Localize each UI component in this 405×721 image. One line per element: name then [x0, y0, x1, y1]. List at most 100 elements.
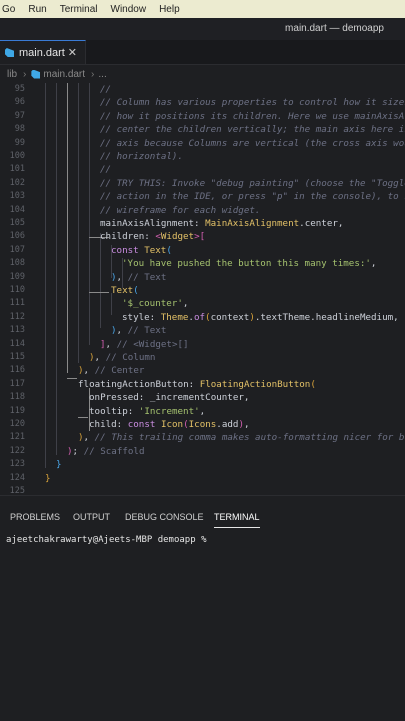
terminal-prompt[interactable]: ajeetchakrawarty@Ajeets-MBP demoapp %	[6, 535, 206, 545]
code-line: 98 // center the children vertically; the…	[0, 123, 405, 136]
tab-terminal[interactable]: TERMINAL	[214, 512, 260, 528]
code-text: const Text(	[111, 244, 172, 256]
code-editor[interactable]: 95 // 96 // Column has various properties t…	[0, 83, 405, 495]
code-line: 103 // action in the IDE, or press "p" in…	[0, 190, 405, 203]
code-text: // horizontal).	[100, 151, 183, 162]
code-text: // axis because Columns are vertical (th…	[100, 137, 405, 149]
code-text: onPressed: _incrementCounter,	[89, 392, 250, 404]
line-number: 108	[9, 258, 25, 269]
line-number: 95	[14, 84, 25, 94]
close-icon[interactable]: ✕	[68, 46, 77, 59]
line-number: 113	[9, 325, 25, 336]
code-line: 96 // Column has various properties to co…	[0, 96, 405, 109]
code-text: //	[100, 164, 112, 176]
line-number: 105	[9, 218, 25, 228]
title-bar: main.dart — demoapp	[0, 18, 405, 40]
menu-terminal[interactable]: Terminal	[56, 4, 107, 15]
breadcrumb-main-dart[interactable]: main.dart	[43, 69, 85, 80]
code-text: floatingActionButton: FloatingActionButt…	[78, 378, 316, 390]
tab-problems[interactable]: PROBLEMS	[10, 512, 60, 522]
code-line: 106 children: <Widget>[	[0, 230, 405, 243]
code-line: 111 '$_counter',	[0, 297, 405, 310]
tab-main-dart[interactable]: main.dart ✕	[0, 40, 86, 64]
code-text: // how it positions its children. Here w…	[100, 110, 405, 122]
code-text: // action in the IDE, or press "p" in th…	[100, 191, 405, 203]
code-text: ), // Center	[78, 365, 145, 377]
code-line: 102 // TRY THIS: Invoke "debug painting" …	[0, 177, 405, 190]
code-text: //	[100, 84, 112, 95]
code-text: ], // <Widget>[]	[100, 338, 189, 350]
code-text: Text(	[111, 285, 139, 296]
chevron-right-icon: ›	[91, 68, 95, 80]
code-text: 'You have pushed the button this many ti…	[122, 258, 377, 270]
code-line: 120 child: const Icon(Icons.add),	[0, 418, 405, 431]
tab-output[interactable]: OUTPUT	[73, 512, 110, 522]
menu-window[interactable]: Window	[107, 4, 156, 15]
line-number: 117	[9, 378, 25, 389]
line-number: 120	[9, 419, 25, 429]
menu-go[interactable]: Go	[0, 4, 24, 15]
code-line: 109 ), // Text	[0, 271, 405, 284]
menu-help[interactable]: Help	[155, 4, 189, 15]
line-number: 104	[9, 204, 25, 215]
line-number: 96	[14, 97, 25, 108]
code-line: 118 onPressed: _incrementCounter,	[0, 391, 405, 404]
window-title: main.dart — demoapp	[285, 23, 384, 34]
code-line: 101 //	[0, 163, 405, 176]
code-text: child: const Icon(Icons.add),	[89, 419, 250, 430]
code-text: mainAxisAlignment: MainAxisAlignment.cen…	[100, 218, 344, 229]
dart-file-icon	[31, 69, 41, 79]
breadcrumb-lib[interactable]: lib	[7, 69, 17, 80]
code-line: 117 floatingActionButton: FloatingActionB…	[0, 378, 405, 391]
code-text: }	[45, 472, 51, 484]
tab-debug-console[interactable]: DEBUG CONSOLE	[125, 512, 204, 522]
line-number: 121	[9, 432, 25, 443]
code-line: 100 // horizontal).	[0, 150, 405, 163]
code-line: 99 // axis because Columns are vertical (…	[0, 137, 405, 150]
line-number: 110	[9, 285, 25, 295]
code-line: 121), // This trailing comma makes auto-…	[0, 431, 405, 444]
code-line: 105 mainAxisAlignment: MainAxisAlignment.…	[0, 217, 405, 230]
code-line: 125	[0, 485, 405, 495]
code-line: 110 Text(	[0, 284, 405, 297]
code-line: 124}	[0, 472, 405, 485]
line-number: 102	[9, 177, 25, 188]
code-line: 122); // Scaffold	[0, 445, 405, 458]
code-text: // TRY THIS: Invoke "debug painting" (ch…	[100, 177, 405, 189]
line-number: 119	[9, 405, 25, 416]
code-line: 104 // wireframe for each widget.	[0, 204, 405, 217]
line-number: 125	[9, 486, 25, 495]
chevron-right-icon: ›	[23, 68, 27, 80]
line-number: 100	[9, 151, 25, 161]
code-line: 114], // <Widget>[]	[0, 338, 405, 351]
line-number: 118	[9, 392, 25, 403]
line-number: 124	[9, 472, 25, 483]
code-text: children: <Widget>[	[100, 231, 206, 243]
breadcrumb: lib › main.dart › ...	[0, 65, 405, 83]
tab-label: main.dart	[19, 46, 65, 59]
code-text: // Column has various properties to cont…	[100, 97, 405, 109]
dart-file-icon	[5, 48, 14, 57]
line-number: 97	[14, 110, 25, 121]
code-text: ), // Text	[111, 271, 167, 283]
code-line: 97 // how it positions its children. Here…	[0, 110, 405, 123]
code-text: style: Theme.of(context).textTheme.headl…	[122, 311, 399, 323]
code-line: 112 style: Theme.of(context).textTheme.he…	[0, 311, 405, 324]
line-number: 103	[9, 191, 25, 202]
breadcrumb-ellipsis[interactable]: ...	[98, 69, 106, 80]
menu-bar: Go Run Terminal Window Help	[0, 0, 405, 18]
line-number: 112	[9, 311, 25, 322]
code-line: 116 ), // Center	[0, 364, 405, 377]
line-number: 99	[14, 137, 25, 148]
code-text: // wireframe for each widget.	[100, 204, 261, 216]
line-number: 116	[9, 365, 25, 376]
code-line: 108 'You have pushed the button this many…	[0, 257, 405, 270]
line-number: 106	[9, 231, 25, 242]
code-text: // center the children vertically; the m…	[100, 124, 405, 136]
code-text: ), // Column	[89, 352, 156, 363]
menu-run[interactable]: Run	[24, 4, 55, 15]
code-text: tooltip: 'Increment',	[89, 405, 206, 417]
code-text: }	[56, 459, 62, 471]
line-number: 111	[9, 298, 25, 309]
line-number: 109	[9, 271, 25, 282]
